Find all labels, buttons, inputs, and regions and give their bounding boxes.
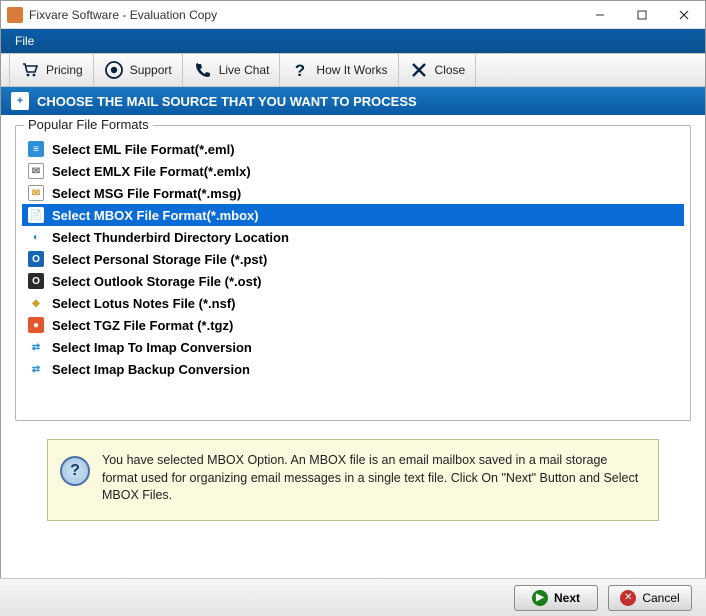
toolbar-label: How It Works: [316, 63, 387, 77]
format-item[interactable]: O Select Outlook Storage File (*.ost): [22, 270, 684, 292]
format-label: Select EMLX File Format(*.emlx): [52, 164, 251, 179]
info-panel: ? You have selected MBOX Option. An MBOX…: [47, 439, 659, 521]
toolbar-label: Live Chat: [219, 63, 270, 77]
toolbar-label: Pricing: [46, 63, 83, 77]
format-item[interactable]: O Select Personal Storage File (*.pst): [22, 248, 684, 270]
toolbar: Pricing Support Live Chat ? How It Works…: [1, 53, 705, 87]
footer: ▶ Next ✕ Cancel: [0, 578, 706, 616]
svg-text:?: ?: [295, 61, 305, 80]
support-icon: [104, 60, 124, 80]
next-button[interactable]: ▶ Next: [514, 585, 598, 611]
toolbar-label: Support: [130, 63, 172, 77]
info-icon: ?: [60, 456, 90, 486]
format-item[interactable]: ● Select TGZ File Format (*.tgz): [22, 314, 684, 336]
format-icon: 📄: [28, 207, 44, 223]
window-controls: [579, 1, 705, 29]
button-label: Next: [554, 591, 580, 605]
format-icon: O: [28, 251, 44, 267]
format-item[interactable]: ✉ Select MSG File Format(*.msg): [22, 182, 684, 204]
toolbar-label: Close: [435, 63, 466, 77]
format-item[interactable]: ✉ Select EMLX File Format(*.emlx): [22, 160, 684, 182]
format-icon: O: [28, 273, 44, 289]
menubar: File: [1, 29, 705, 53]
format-item[interactable]: ◐ Select Thunderbird Directory Location: [22, 226, 684, 248]
format-icon: ✉: [28, 185, 44, 201]
format-icon: ⇄: [28, 361, 44, 377]
close-window-button[interactable]: [663, 1, 705, 29]
window-title: Fixvare Software - Evaluation Copy: [29, 8, 579, 22]
format-label: Select Personal Storage File (*.pst): [52, 252, 267, 267]
titlebar: Fixvare Software - Evaluation Copy: [1, 1, 705, 29]
format-icon: ●: [28, 317, 44, 333]
format-item[interactable]: ◆ Select Lotus Notes File (*.nsf): [22, 292, 684, 314]
toolbar-support[interactable]: Support: [94, 54, 183, 86]
maximize-button[interactable]: [621, 1, 663, 29]
minimize-button[interactable]: [579, 1, 621, 29]
app-icon: [7, 7, 23, 23]
format-label: Select MBOX File Format(*.mbox): [52, 208, 259, 223]
cancel-button[interactable]: ✕ Cancel: [608, 585, 692, 611]
format-icon: ✉: [28, 163, 44, 179]
toolbar-close[interactable]: Close: [399, 54, 477, 86]
format-label: Select Lotus Notes File (*.nsf): [52, 296, 235, 311]
phone-icon: [193, 60, 213, 80]
arrow-right-icon: ▶: [532, 590, 548, 606]
toolbar-howitworks[interactable]: ? How It Works: [280, 54, 398, 86]
cancel-icon: ✕: [620, 590, 636, 606]
format-item[interactable]: ⇄ Select Imap To Imap Conversion: [22, 336, 684, 358]
toolbar-pricing[interactable]: Pricing: [9, 54, 94, 86]
format-label: Select Thunderbird Directory Location: [52, 230, 289, 245]
question-icon: ?: [290, 60, 310, 80]
menu-file[interactable]: File: [9, 32, 40, 50]
format-label: Select MSG File Format(*.msg): [52, 186, 241, 201]
format-item[interactable]: 📄 Select MBOX File Format(*.mbox): [22, 204, 684, 226]
main-panel: Popular File Formats ≡ Select EML File Fo…: [1, 115, 705, 533]
format-item[interactable]: ⇄ Select Imap Backup Conversion: [22, 358, 684, 380]
section-header: + CHOOSE THE MAIL SOURCE THAT YOU WANT T…: [1, 87, 705, 115]
format-icon: ≡: [28, 141, 44, 157]
format-label: Select TGZ File Format (*.tgz): [52, 318, 233, 333]
format-label: Select Imap Backup Conversion: [52, 362, 250, 377]
cart-icon: [20, 60, 40, 80]
format-icon: ◆: [28, 295, 44, 311]
format-label: Select Imap To Imap Conversion: [52, 340, 252, 355]
group-legend: Popular File Formats: [24, 117, 153, 132]
toolbar-livechat[interactable]: Live Chat: [183, 54, 281, 86]
format-item[interactable]: ≡ Select EML File Format(*.eml): [22, 138, 684, 160]
format-label: Select Outlook Storage File (*.ost): [52, 274, 261, 289]
section-header-text: CHOOSE THE MAIL SOURCE THAT YOU WANT TO …: [37, 94, 417, 109]
format-label: Select EML File Format(*.eml): [52, 142, 235, 157]
format-list: ≡ Select EML File Format(*.eml) ✉ Select EM…: [22, 138, 684, 380]
page-add-icon: +: [11, 92, 29, 110]
info-text: You have selected MBOX Option. An MBOX f…: [102, 452, 642, 505]
button-label: Cancel: [642, 591, 679, 605]
format-icon: ◐: [28, 229, 44, 245]
file-formats-group: Popular File Formats ≡Select EML File Fo…: [15, 125, 691, 421]
close-icon: [409, 60, 429, 80]
format-icon: ⇄: [28, 339, 44, 355]
